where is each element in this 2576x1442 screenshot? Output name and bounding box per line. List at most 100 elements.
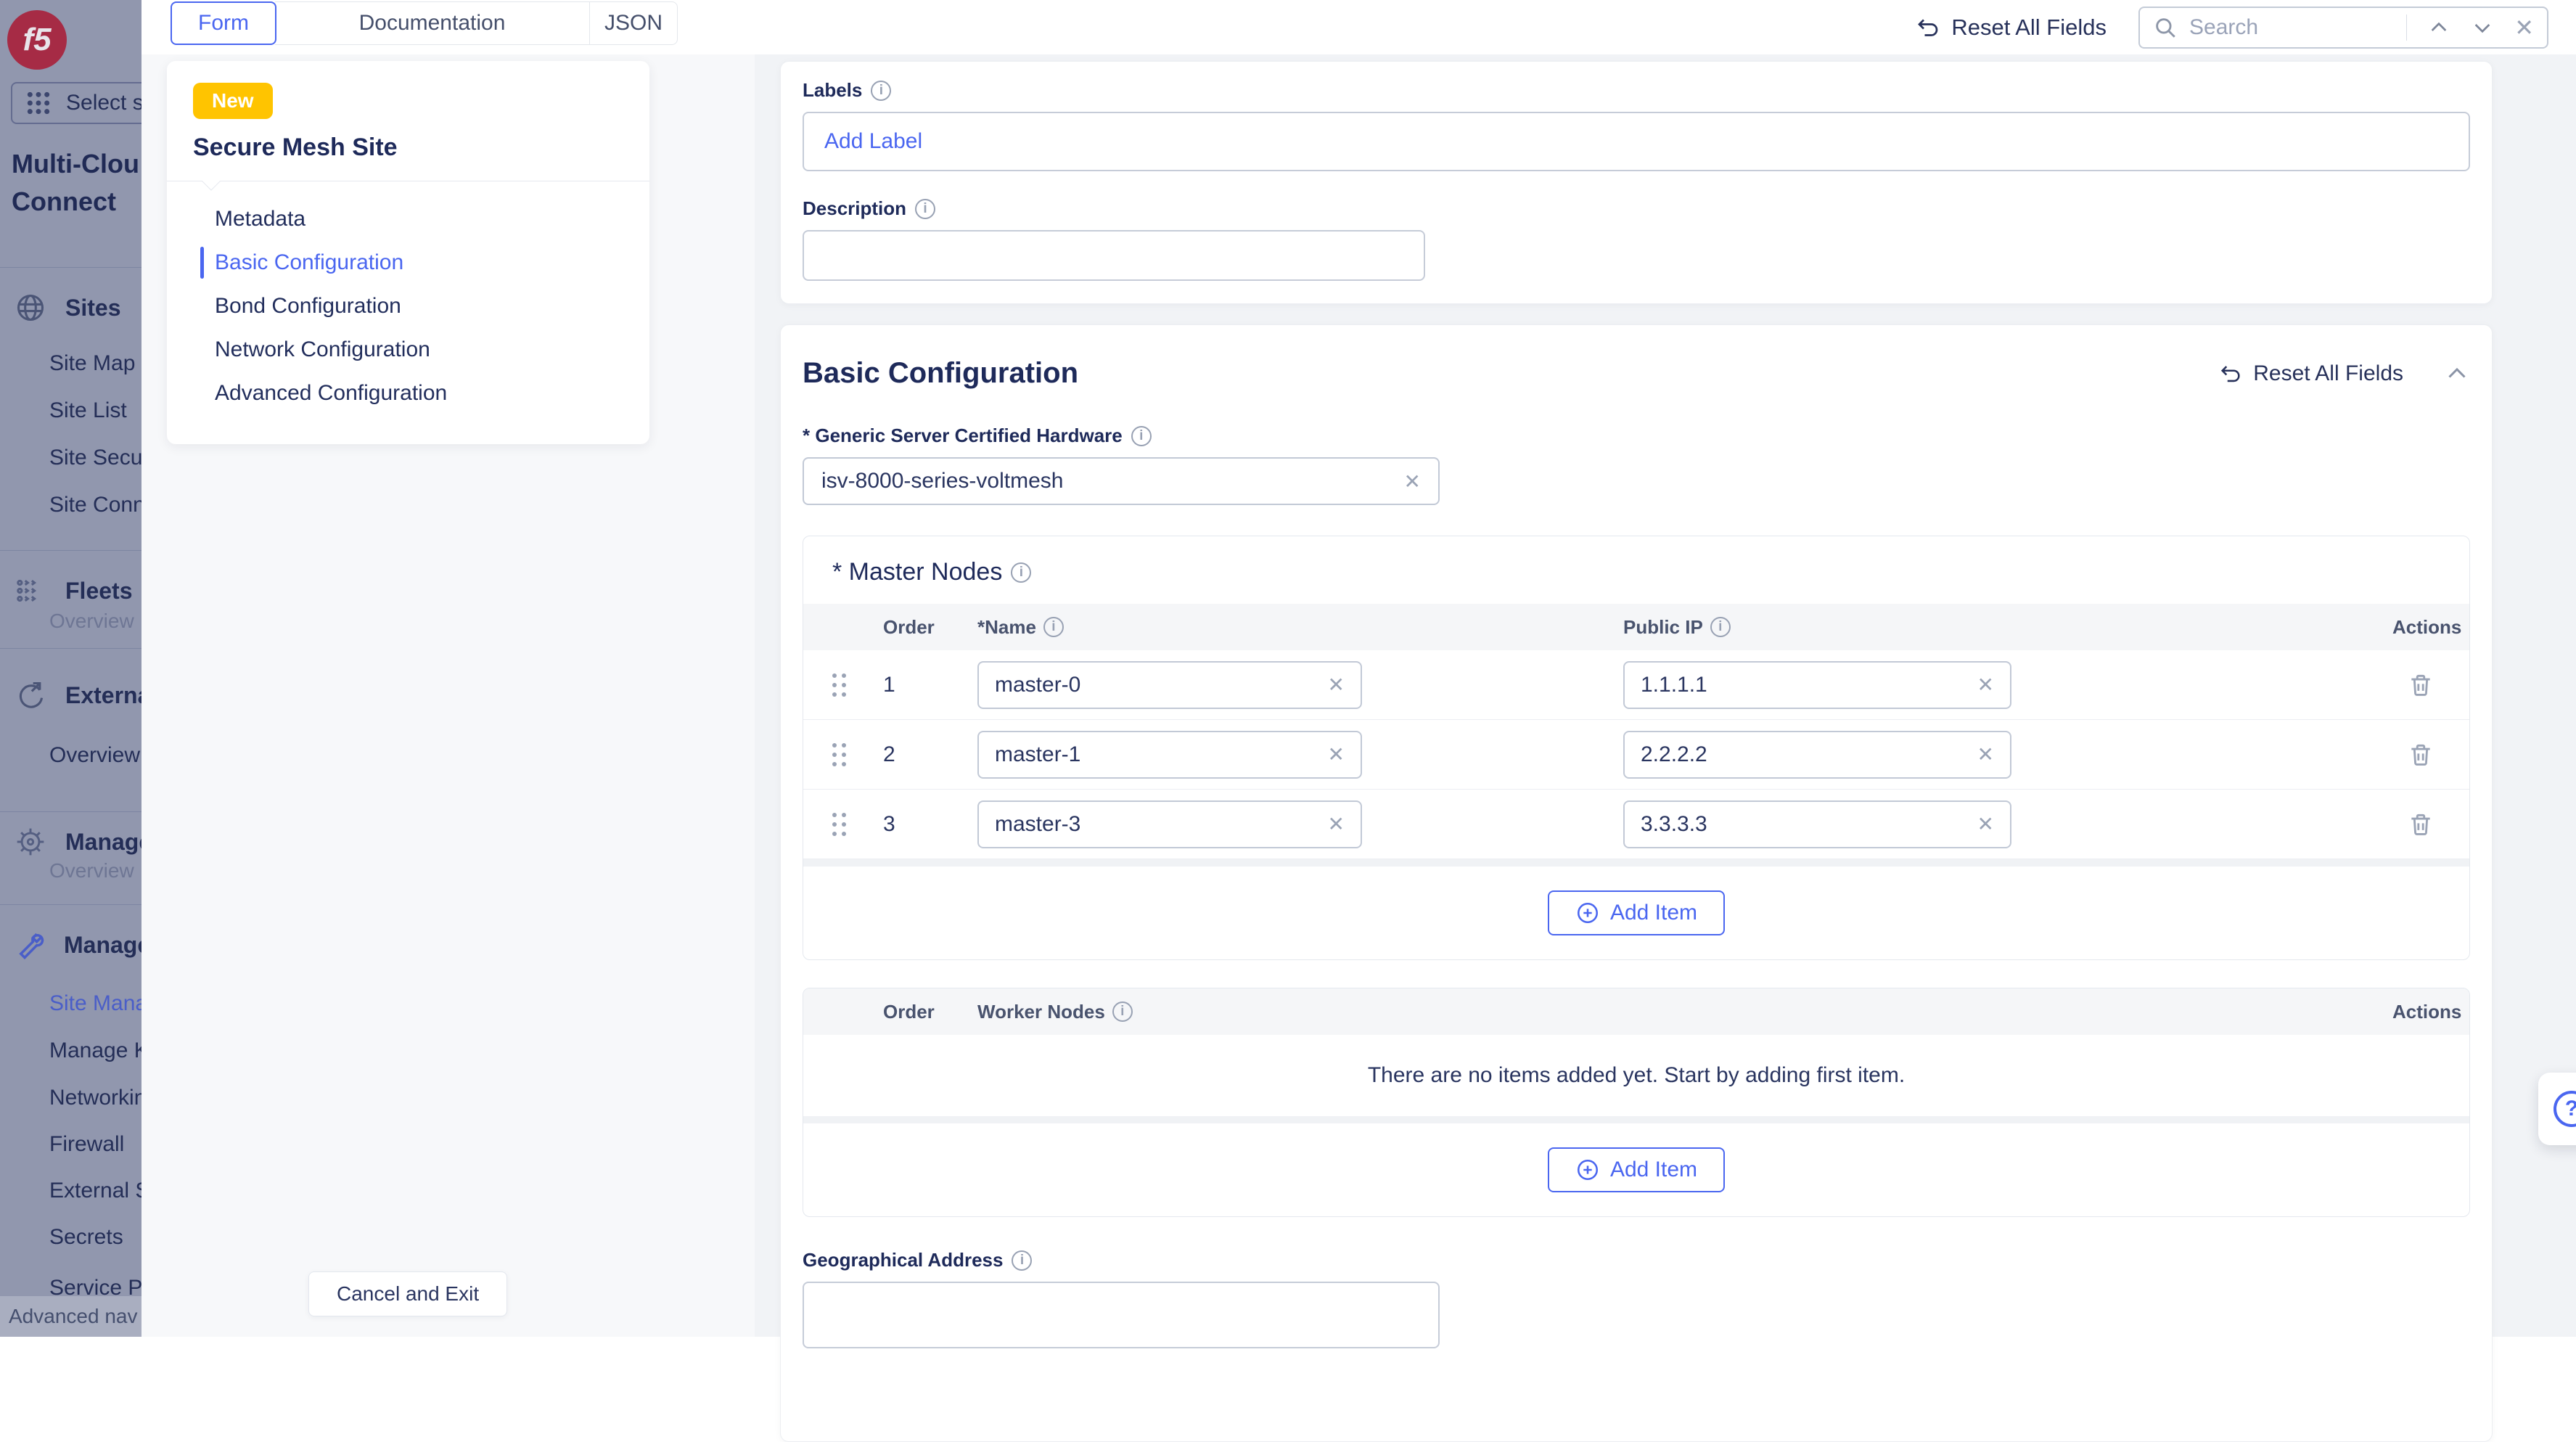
- info-icon[interactable]: i: [1112, 1001, 1133, 1022]
- chevron-down-icon[interactable]: [2471, 16, 2494, 39]
- sidebar-item-site-management[interactable]: Site Mana: [49, 991, 141, 1016]
- divider: [0, 550, 141, 551]
- column-public-ip: Public IP i: [1623, 616, 2392, 639]
- info-icon[interactable]: i: [1043, 617, 1064, 637]
- nav-item-basic-configuration[interactable]: Basic Configuration: [215, 241, 649, 284]
- form-nav-card: New Secure Mesh Site Metadata Basic Conf…: [167, 61, 649, 444]
- form-main-area: Labels i Add Label Description i Basic C…: [755, 54, 2576, 1337]
- form-section-nav: Metadata Basic Configuration Bond Config…: [167, 197, 649, 415]
- add-label-button[interactable]: Add Label: [824, 129, 922, 154]
- chevron-up-icon[interactable]: [2427, 16, 2450, 39]
- info-icon[interactable]: i: [871, 81, 891, 101]
- clear-icon[interactable]: ✕: [1977, 812, 1994, 836]
- master-nodes-title: * Master Nodes i: [803, 536, 2469, 604]
- help-button[interactable]: ?: [2538, 1073, 2576, 1145]
- sidebar-item-external-services[interactable]: External S: [49, 1179, 141, 1203]
- worker-nodes-header-row: Order Worker Nodes i Actions: [803, 988, 2469, 1035]
- divider: [0, 648, 141, 649]
- clear-icon[interactable]: ✕: [1977, 742, 1994, 766]
- public-ip-input[interactable]: 1.1.1.1 ✕: [1623, 661, 2011, 709]
- empty-state-text: There are no items added yet. Start by a…: [803, 1035, 2469, 1116]
- info-icon[interactable]: i: [1012, 1250, 1032, 1271]
- trash-icon[interactable]: [2407, 671, 2435, 699]
- close-icon[interactable]: ✕: [2514, 14, 2534, 41]
- clear-icon[interactable]: ✕: [1328, 742, 1345, 766]
- sidebar-item-site-map[interactable]: Site Map: [49, 351, 141, 376]
- form-topbar: Form Documentation JSON Reset All Fields…: [141, 0, 2576, 54]
- drag-handle[interactable]: [832, 743, 847, 766]
- sidebar-item-site-security[interactable]: Site Secur: [49, 446, 141, 470]
- sidebar-item-site-connectivity[interactable]: Site Conn: [49, 493, 141, 517]
- sidebar-item-sites[interactable]: Sites: [0, 289, 141, 327]
- sidebar-item-networking[interactable]: Networkin: [49, 1086, 141, 1110]
- select-service-button[interactable]: Select se: [11, 82, 141, 124]
- clear-icon[interactable]: ✕: [1328, 673, 1345, 697]
- cancel-and-exit-button[interactable]: Cancel and Exit: [308, 1271, 507, 1316]
- tab-form[interactable]: Form: [171, 1, 276, 45]
- public-ip-input[interactable]: 2.2.2.2 ✕: [1623, 731, 2011, 779]
- sidebar-item-external[interactable]: External: [0, 676, 141, 714]
- master-nodes-header-row: Order *Name i Public IP i Actions: [803, 604, 2469, 650]
- clear-icon[interactable]: ✕: [1977, 673, 1994, 697]
- divider: [0, 904, 141, 905]
- undo-icon: [1915, 15, 1941, 41]
- advanced-nav-options[interactable]: Advanced nav o: [0, 1296, 141, 1337]
- clear-icon[interactable]: ✕: [1328, 812, 1345, 836]
- name-input[interactable]: master-1 ✕: [977, 731, 1362, 779]
- order-number: 3: [883, 812, 977, 837]
- sidebar-item-managed-k8s[interactable]: Managed: [0, 823, 141, 861]
- section-reset-all-fields-button[interactable]: Reset All Fields: [2218, 361, 2403, 386]
- nav-item-advanced-configuration[interactable]: Advanced Configuration: [215, 372, 649, 415]
- tab-documentation[interactable]: Documentation: [275, 1, 590, 45]
- ship-wheel-icon: [15, 826, 46, 858]
- tab-json[interactable]: JSON: [589, 1, 678, 45]
- sidebar-item-firewall[interactable]: Firewall: [49, 1132, 141, 1157]
- namespace-title: Multi-Clou Connect: [12, 145, 139, 221]
- sidebar-item-manage[interactable]: Manage: [0, 926, 141, 964]
- drag-handle[interactable]: [832, 673, 847, 697]
- reset-all-fields-button[interactable]: Reset All Fields: [1915, 15, 2107, 41]
- public-ip-input[interactable]: 3.3.3.3 ✕: [1623, 800, 2011, 848]
- divider: [2406, 15, 2407, 41]
- sidebar-item-site-list[interactable]: Site List: [49, 398, 141, 423]
- worker-nodes-box: Order Worker Nodes i Actions There are n…: [803, 988, 2470, 1217]
- info-icon[interactable]: i: [1011, 562, 1031, 583]
- worker-nodes-add-item-button[interactable]: Add Item: [1548, 1147, 1725, 1192]
- labels-input[interactable]: Add Label: [803, 112, 2470, 171]
- search-input[interactable]: [2189, 15, 2395, 40]
- form-nav-column: New Secure Mesh Site Metadata Basic Conf…: [141, 54, 755, 1337]
- name-input[interactable]: master-0 ✕: [977, 661, 1362, 709]
- nav-item-metadata[interactable]: Metadata: [215, 197, 649, 241]
- description-field-label: Description i: [803, 197, 2470, 220]
- info-icon[interactable]: i: [915, 199, 935, 219]
- undo-icon: [2218, 361, 2243, 386]
- trash-icon[interactable]: [2407, 741, 2435, 769]
- master-nodes-add-item-button[interactable]: Add Item: [1548, 890, 1725, 935]
- column-order: Order: [883, 1001, 977, 1023]
- info-icon[interactable]: i: [1710, 617, 1731, 637]
- hardware-select[interactable]: isv-8000-series-voltmesh ✕: [803, 457, 1440, 505]
- column-actions: Actions: [2392, 616, 2470, 639]
- sidebar-item-external-overview[interactable]: Overview: [49, 743, 141, 768]
- clear-icon[interactable]: ✕: [1404, 470, 1421, 493]
- info-icon[interactable]: i: [1131, 426, 1152, 446]
- select-service-label: Select se: [66, 91, 141, 115]
- search-icon: [2153, 15, 2178, 40]
- sidebar-item-fleets[interactable]: Fleets: [0, 572, 141, 610]
- collapse-chevron-up-icon[interactable]: [2444, 361, 2470, 387]
- sidebar-item-secrets[interactable]: Secrets: [49, 1225, 141, 1250]
- sidebar-item-manage-k8s[interactable]: Manage K: [49, 1039, 141, 1063]
- sidebar-item-fleets-overview[interactable]: Overview: [49, 610, 141, 633]
- collapse-notch-icon: [202, 172, 220, 190]
- new-badge: New: [193, 83, 273, 119]
- trash-icon[interactable]: [2407, 811, 2435, 838]
- description-input[interactable]: [803, 230, 1425, 281]
- name-input[interactable]: master-3 ✕: [977, 800, 1362, 848]
- nav-item-bond-configuration[interactable]: Bond Configuration: [215, 284, 649, 328]
- drag-handle[interactable]: [832, 813, 847, 836]
- sidebar-item-managed-overview[interactable]: Overview: [49, 859, 141, 882]
- geo-address-input[interactable]: [803, 1282, 1440, 1348]
- master-nodes-box: * Master Nodes i Order *Name i Public IP…: [803, 536, 2470, 960]
- order-number: 2: [883, 742, 977, 767]
- nav-item-network-configuration[interactable]: Network Configuration: [215, 328, 649, 372]
